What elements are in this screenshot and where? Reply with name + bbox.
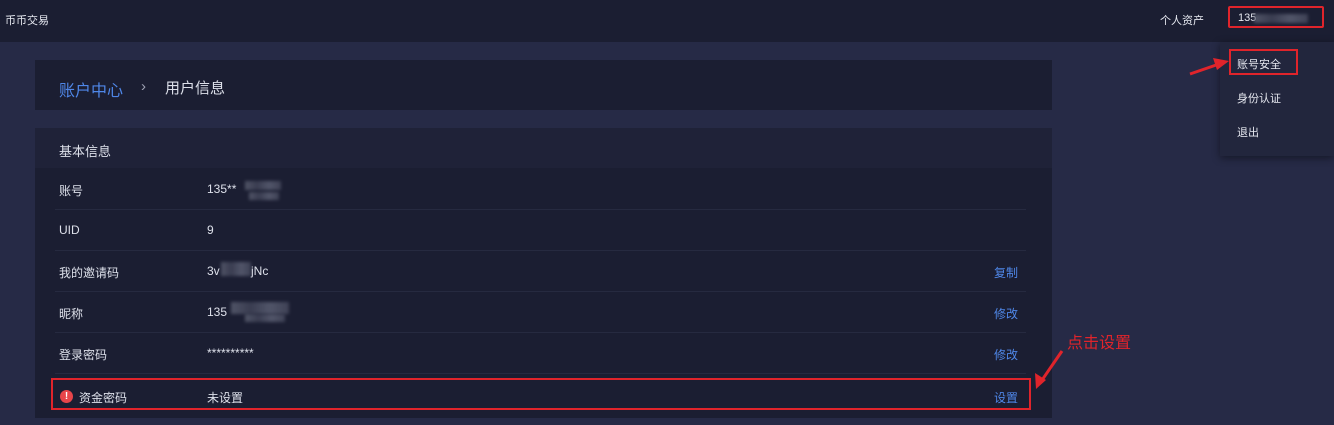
arrow-to-set-button-icon [1035, 350, 1064, 389]
annotation-arrows [1035, 58, 1229, 389]
arrow-to-account-security-icon [1189, 58, 1229, 76]
